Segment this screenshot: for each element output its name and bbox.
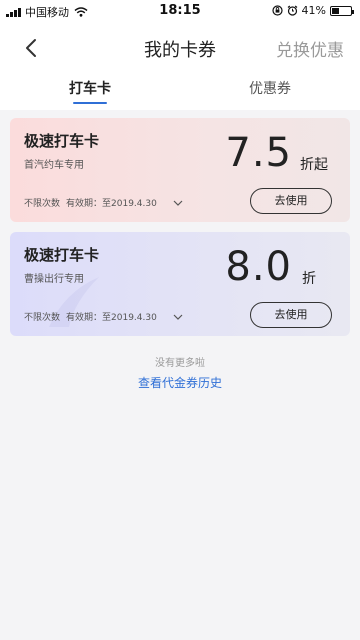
- status-bar: 中国移动 18:15 41%: [0, 0, 360, 22]
- rotation-lock-icon: [271, 5, 283, 16]
- nav-bar: 我的卡券 兑换优惠: [0, 22, 360, 74]
- card-subtitle: 首汽约车专用: [24, 160, 84, 171]
- card-meta: 不限次数 有效期：至2019.4.30: [24, 310, 183, 323]
- card-title: 极速打车卡: [24, 132, 100, 150]
- battery-icon: [330, 5, 354, 16]
- chevron-down-icon[interactable]: [173, 314, 183, 320]
- discount-value: 7.5: [225, 130, 292, 176]
- card-meta: 不限次数 有效期：至2019.4.30: [24, 196, 183, 209]
- use-button[interactable]: 去使用: [250, 188, 332, 214]
- taxi-card: 极速打车卡 首汽约车专用 7.5 折起 不限次数 有效期：至2019.4.30 …: [10, 118, 350, 222]
- usage-limit: 不限次数: [24, 313, 61, 323]
- use-button[interactable]: 去使用: [250, 302, 332, 328]
- validity-date: 有效期：至2019.4.30: [66, 313, 157, 323]
- tab-coupons[interactable]: 优惠券: [180, 74, 360, 110]
- discount-unit: 折起: [300, 157, 328, 173]
- discount-value: 8.0: [225, 244, 292, 290]
- chevron-down-icon[interactable]: [173, 200, 183, 206]
- validity-date: 有效期：至2019.4.30: [66, 199, 157, 209]
- battery-level: [332, 7, 340, 14]
- card-subtitle: 曹操出行专用: [24, 274, 84, 285]
- alarm-icon: [287, 5, 297, 16]
- tab-taxi-card[interactable]: 打车卡: [0, 74, 180, 110]
- redeem-button[interactable]: 兑换优惠: [276, 36, 344, 61]
- tab-bar: 打车卡 优惠券: [0, 74, 360, 110]
- card-title: 极速打车卡: [24, 246, 100, 264]
- battery-percent: 41%: [301, 4, 326, 17]
- status-right: 41%: [271, 4, 354, 17]
- no-more-text: 没有更多啦: [155, 358, 205, 369]
- usage-limit: 不限次数: [24, 199, 61, 209]
- discount-unit: 折: [302, 271, 316, 287]
- coupon-history-link[interactable]: 查看代金券历史: [0, 374, 360, 391]
- taxi-card: 极速打车卡 曹操出行专用 8.0 折 不限次数 有效期：至2019.4.30 去…: [10, 232, 350, 336]
